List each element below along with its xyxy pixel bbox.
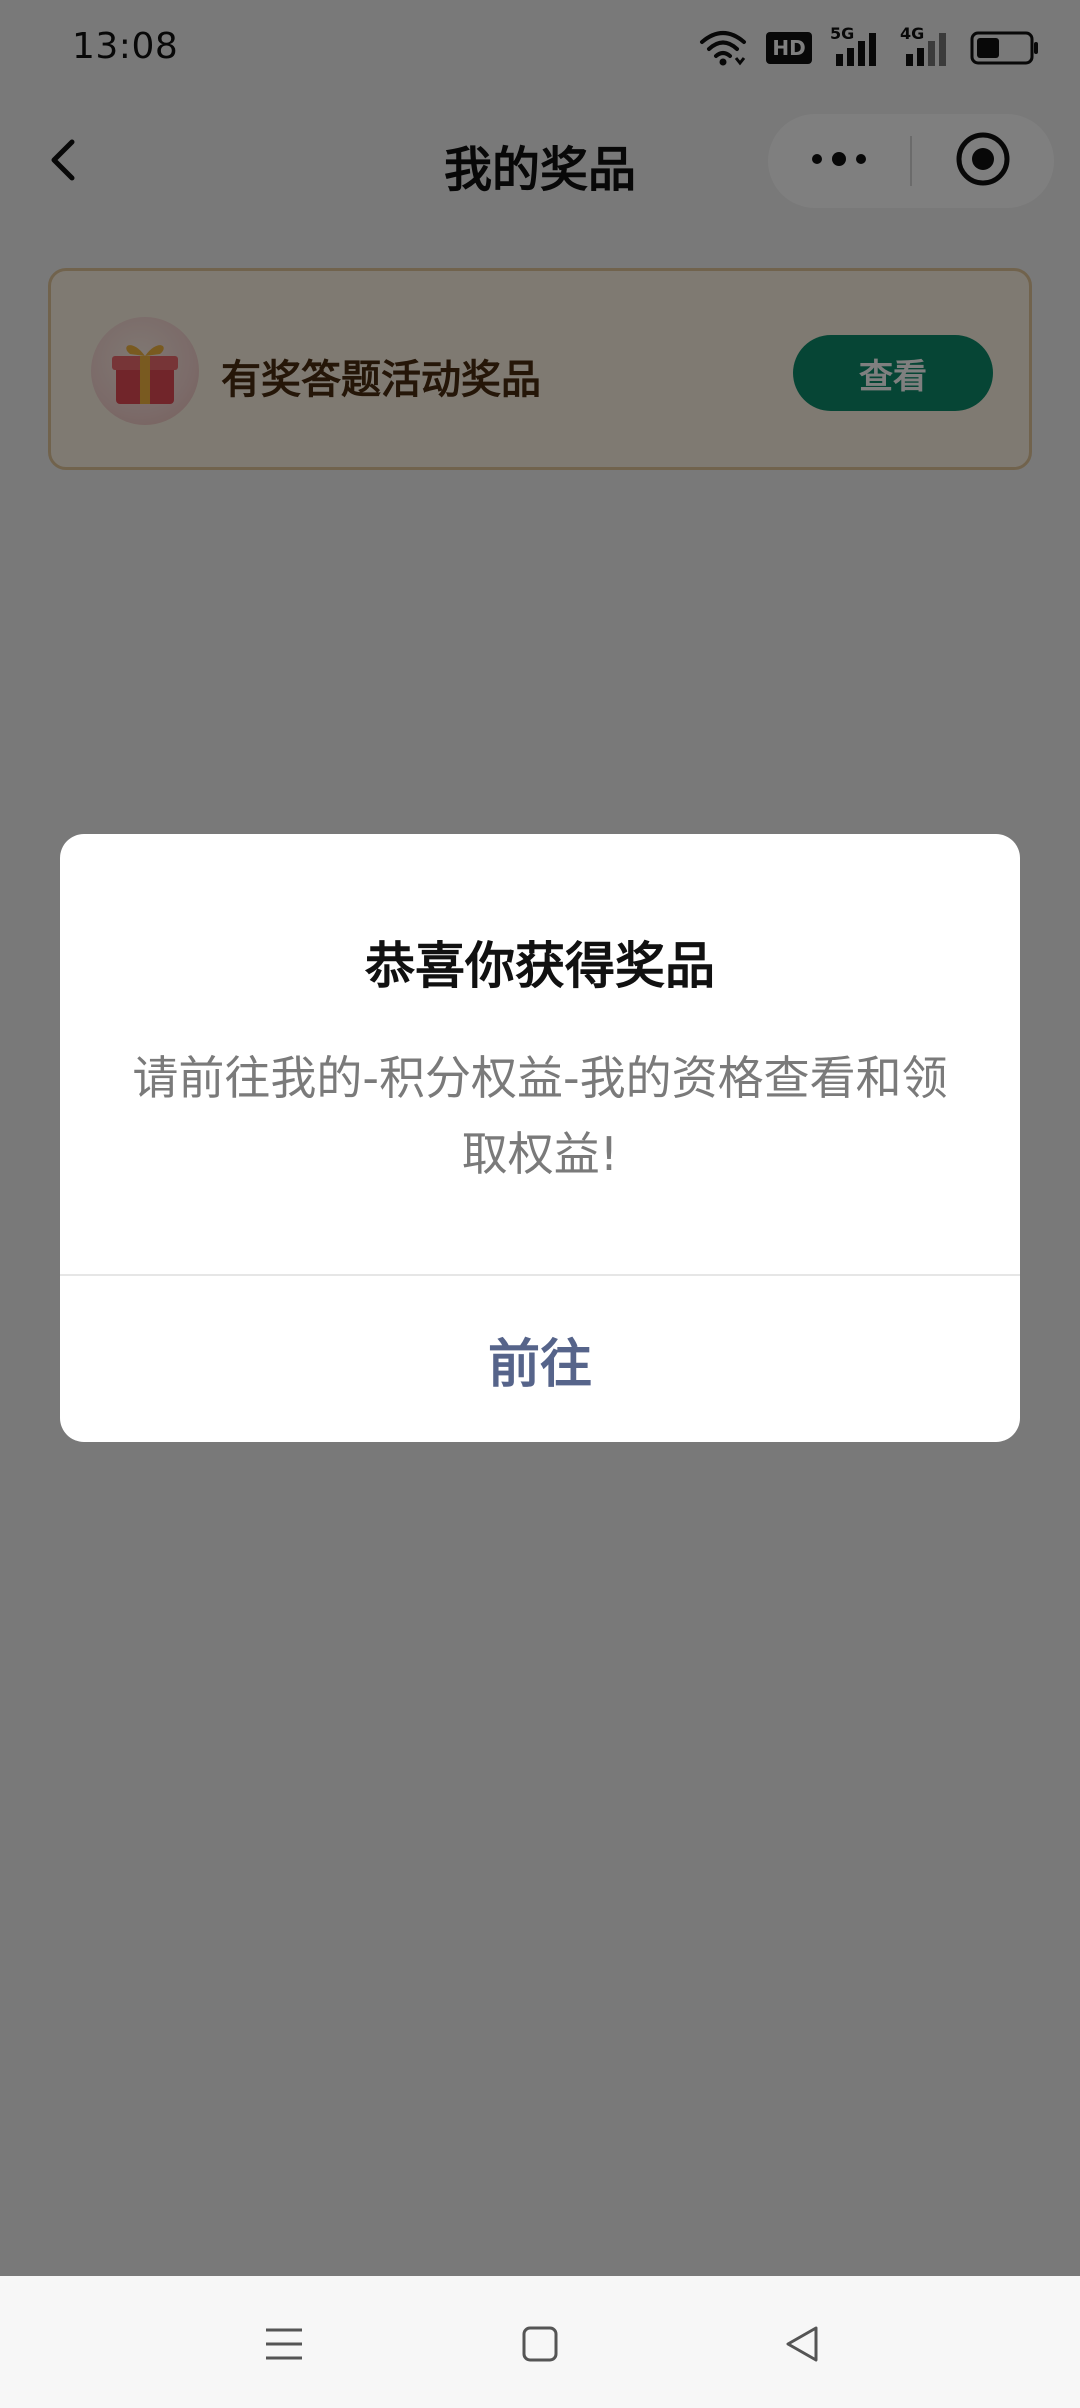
system-nav-bar — [0, 2276, 1080, 2408]
home-square-icon[interactable] — [508, 2312, 572, 2376]
dialog-message: 请前往我的-积分权益-我的资格查看和领取权益! — [132, 1051, 948, 1181]
dialog-title: 恭喜你获得奖品 — [365, 937, 715, 995]
back-triangle-icon[interactable] — [770, 2312, 834, 2376]
prize-dialog: 恭喜你获得奖品 请前往我的-积分权益-我的资格查看和领取权益! 前往 — [60, 834, 1020, 1442]
menu-lines-icon[interactable] — [252, 2312, 316, 2376]
go-button[interactable]: 前往 — [60, 1276, 1020, 1442]
